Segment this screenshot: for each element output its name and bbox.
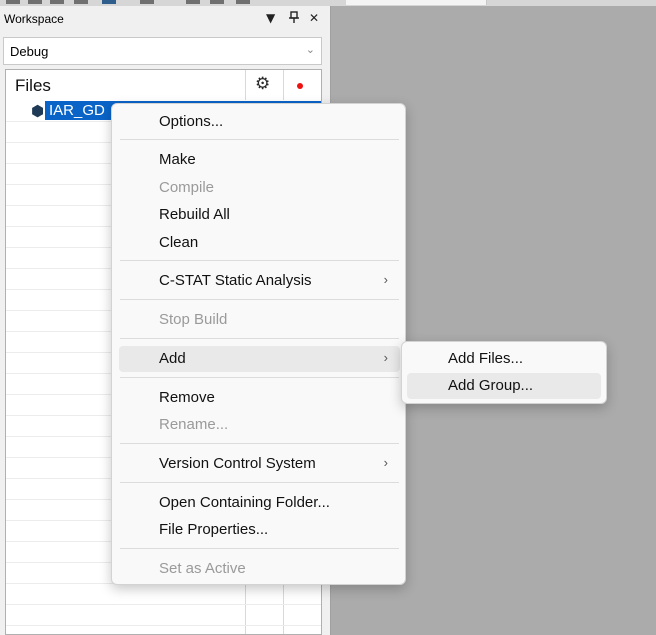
toolbar-button[interactable] [186, 0, 200, 4]
row-divider [6, 625, 321, 626]
menu-item-label: File Properties... [159, 521, 269, 538]
menu-item-label: C-STAT Static Analysis [159, 272, 312, 289]
workspace-title: Workspace [4, 12, 64, 26]
menu-item-label: Rename... [159, 416, 229, 433]
chevron-right-icon: › [383, 272, 388, 287]
menu-separator [120, 548, 399, 549]
menu-item-version-control[interactable]: Version Control System › [119, 451, 400, 477]
menu-item-label: Options... [159, 113, 224, 130]
menu-separator [120, 443, 399, 444]
close-icon[interactable]: ✕ [309, 11, 319, 25]
workspace-title-bar: Workspace ▼ ✕ [0, 6, 330, 32]
menu-item-label: Add [159, 350, 186, 367]
chevron-down-icon[interactable]: ▼ [266, 11, 275, 25]
toolbar-button[interactable] [140, 0, 154, 4]
menu-item-options[interactable]: Options... [119, 109, 400, 135]
menu-separator [120, 338, 399, 339]
menu-item-label: Add Files... [448, 350, 524, 367]
menu-item-make[interactable]: Make [119, 147, 400, 173]
menu-item-label: Set as Active [159, 560, 246, 577]
toolbar-button[interactable] [74, 0, 88, 4]
toolbar-button[interactable] [50, 0, 64, 4]
toolbar-button[interactable] [236, 0, 250, 4]
menu-item-label: Open Containing Folder... [159, 494, 330, 511]
menu-item-rebuild-all[interactable]: Rebuild All [119, 202, 400, 228]
menu-item-add-group[interactable]: Add Group... [407, 373, 601, 399]
menu-separator [120, 299, 399, 300]
menu-item-clean[interactable]: Clean [119, 230, 400, 256]
configuration-value: Debug [10, 44, 49, 59]
menu-item-label: Compile [159, 179, 215, 196]
project-icon: ⬢ [31, 102, 45, 120]
menu-separator [120, 482, 399, 483]
row-divider [6, 604, 321, 605]
menu-item-label: Stop Build [159, 311, 228, 328]
context-menu: Options... Make Compile Rebuild All Clea… [111, 103, 406, 585]
menu-item-rename: Rename... [119, 412, 400, 438]
menu-item-label: Add Group... [448, 377, 534, 394]
project-name: IAR_GD [49, 102, 105, 119]
menu-separator [120, 377, 399, 378]
menu-item-remove[interactable]: Remove [119, 385, 400, 411]
menu-item-label: Remove [159, 389, 215, 406]
menu-separator [120, 139, 399, 140]
menu-item-label: Clean [159, 234, 199, 251]
gear-icon[interactable]: ⚙ [255, 74, 270, 94]
menu-item-stop-build: Stop Build [119, 307, 400, 333]
menu-item-compile: Compile [119, 175, 400, 201]
toolbar-button[interactable] [6, 0, 20, 4]
chevron-down-icon: ⌄ [305, 43, 315, 56]
menu-item-label: Rebuild All [159, 206, 230, 223]
toolbar-button[interactable] [28, 0, 42, 4]
toolbar-combo[interactable] [346, 0, 487, 5]
pin-icon[interactable] [289, 11, 299, 26]
menu-item-file-properties[interactable]: File Properties... [119, 517, 400, 543]
files-header: Files ⚙ [6, 70, 321, 101]
menu-item-add-files[interactable]: Add Files... [407, 346, 601, 372]
menu-item-label: Version Control System [159, 455, 316, 472]
chevron-right-icon: › [383, 455, 388, 470]
menu-item-set-as-active: Set as Active [119, 556, 400, 582]
chevron-right-icon: › [383, 350, 388, 365]
menu-item-open-folder[interactable]: Open Containing Folder... [119, 490, 400, 516]
menu-item-add[interactable]: Add › [119, 346, 400, 372]
add-submenu: Add Files... Add Group... [401, 341, 607, 404]
toolbar-button[interactable] [102, 0, 116, 4]
menu-item-cstat[interactable]: C-STAT Static Analysis › [119, 268, 400, 294]
menu-separator [120, 260, 399, 261]
status-dot-icon [297, 83, 303, 89]
configuration-select[interactable]: Debug ⌄ [3, 37, 322, 65]
toolbar-button[interactable] [210, 0, 224, 4]
files-header-label: Files [15, 76, 51, 95]
menu-item-label: Make [159, 151, 196, 168]
